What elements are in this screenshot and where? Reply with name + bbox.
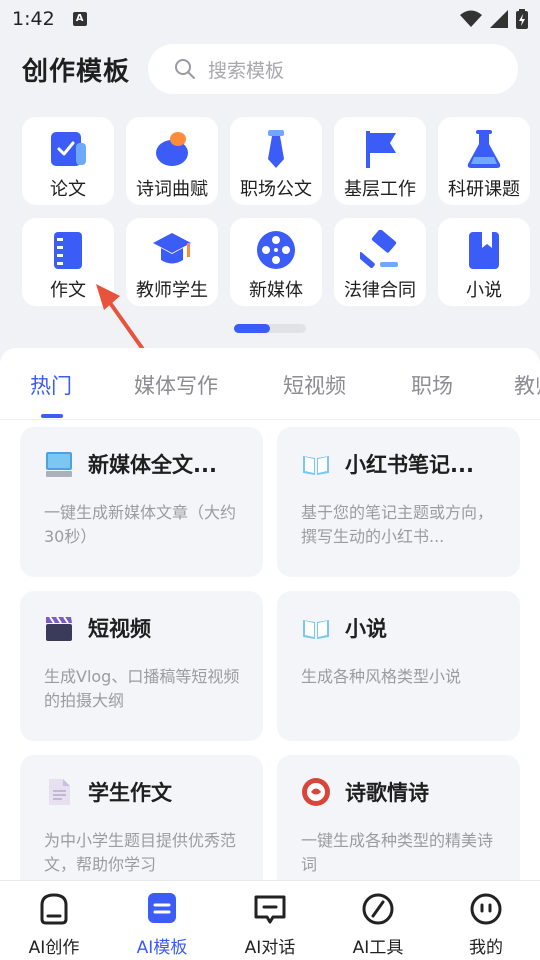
status-bar: 1:42 A [0,0,540,38]
nav-ai-create[interactable]: AI创作 [0,891,108,958]
notification-a-icon: A [72,12,87,26]
notebook-icon [48,230,88,270]
nav-label: AI对话 [244,938,296,958]
template-icon [144,891,180,927]
category-label: 职场公文 [240,179,312,200]
card-description: 生成Vlog、口播稿等短视频的拍摄大纲 [44,667,240,710]
monitor-icon [44,449,74,479]
category-label: 论文 [50,179,86,200]
flask-icon [464,129,504,169]
template-card[interactable]: 小红书笔记... 基于您的笔记主题或方向，撰写生动的小红书... [277,427,520,577]
search-placeholder: 搜索模板 [208,59,285,82]
tab-media-writing[interactable]: 媒体写作 [134,370,218,400]
gavel-icon [360,230,400,270]
tab-teacher[interactable]: 教师 [514,370,540,400]
nav-label: AI模板 [136,938,188,958]
category-label: 小说 [466,280,502,301]
nav-label: AI工具 [352,938,404,958]
template-card[interactable]: 短视频 生成Vlog、口播稿等短视频的拍摄大纲 [20,591,263,741]
template-card[interactable]: 小说 生成各种风格类型小说 [277,591,520,741]
card-title: 学生作文 [88,781,172,805]
category-tile-research[interactable]: 科研课题 [438,117,530,205]
carousel-pager[interactable] [234,324,306,333]
tab-active-indicator [41,414,63,418]
template-card[interactable]: 学生作文 为中小学生题目提供优秀范文，帮助你学习 [20,755,263,880]
category-label: 新媒体 [249,280,303,301]
document-icon [44,777,74,807]
create-icon [36,891,72,927]
tie-icon [256,129,296,169]
category-tile-workplace[interactable]: 职场公文 [230,117,322,205]
tab-short-video[interactable]: 短视频 [283,370,346,400]
category-label: 法律合同 [344,280,416,301]
open-book-icon [301,613,331,643]
graduation-cap-icon [152,230,192,270]
paper-check-icon [48,129,88,169]
template-card[interactable]: 新媒体全文... 一键生成新媒体文章（大约30秒） [20,427,263,577]
chat-icon [252,891,288,927]
film-reel-icon [256,230,296,270]
nav-ai-chat[interactable]: AI对话 [216,891,324,958]
status-time: 1:42 [12,8,55,30]
card-title: 短视频 [88,617,151,641]
nav-label: 我的 [469,938,503,958]
poem-badge-icon [301,777,331,807]
category-tile-new-media[interactable]: 新媒体 [230,218,322,306]
card-title: 诗歌情诗 [345,781,429,805]
battery-icon [516,9,528,29]
bottom-nav: AI创作 AI模板 AI对话 AI工具 我的 [0,880,540,960]
category-label: 科研课题 [448,179,520,200]
nav-label: AI创作 [28,938,80,958]
page-title: 创作模板 [22,56,131,87]
category-tile-paper[interactable]: 论文 [22,117,114,205]
card-title: 新媒体全文... [88,453,217,477]
book-bookmark-icon [464,230,504,270]
open-book-icon [301,449,331,479]
category-tile-novel[interactable]: 小说 [438,218,530,306]
wifi-icon [460,10,482,27]
nav-ai-tools[interactable]: AI工具 [324,891,432,958]
search-input[interactable]: 搜索模板 [148,44,518,94]
category-tile-grassroots[interactable]: 基层工作 [334,117,426,205]
category-label: 基层工作 [344,179,416,200]
category-tile-poetry[interactable]: 诗词曲赋 [126,117,218,205]
profile-face-icon [468,891,504,927]
template-card[interactable]: 诗歌情诗 一键生成各种类型的精美诗词 [277,755,520,880]
compass-tool-icon [360,891,396,927]
clapperboard-icon [44,613,74,643]
card-description: 一键生成新媒体文章（大约30秒） [44,503,237,546]
card-description: 为中小学生题目提供优秀范文，帮助你学习 [44,831,237,874]
leaf-icon [152,129,192,169]
card-title: 小说 [345,617,387,641]
category-label: 诗词曲赋 [136,179,208,200]
category-label: 作文 [50,280,86,301]
flag-icon [360,129,400,169]
tab-hot[interactable]: 热门 [30,370,72,400]
nav-ai-template[interactable]: AI模板 [108,891,216,958]
card-description: 基于您的笔记主题或方向，撰写生动的小红书... [301,503,494,546]
category-grid: 论文 诗词曲赋 职场公文 基层工作 科研课题 作文 教师学生 新媒体 法律合同 … [22,117,532,307]
card-title: 小红书笔记... [345,453,474,477]
template-panel: 热门 媒体写作 短视频 职场 教师 新媒体全文... 一键生成新媒体文章（大约3… [0,348,540,880]
signal-icon [490,10,508,28]
search-icon [175,59,195,79]
category-tile-legal[interactable]: 法律合同 [334,218,426,306]
carousel-pager-active [234,324,270,333]
header: 创作模板 搜索模板 [0,44,540,94]
nav-profile[interactable]: 我的 [432,891,540,958]
tab-workplace[interactable]: 职场 [411,370,453,400]
card-description: 一键生成各种类型的精美诗词 [301,831,494,874]
tab-bar: 热门 媒体写作 短视频 职场 教师 [0,348,540,420]
card-description: 生成各种风格类型小说 [301,667,462,686]
